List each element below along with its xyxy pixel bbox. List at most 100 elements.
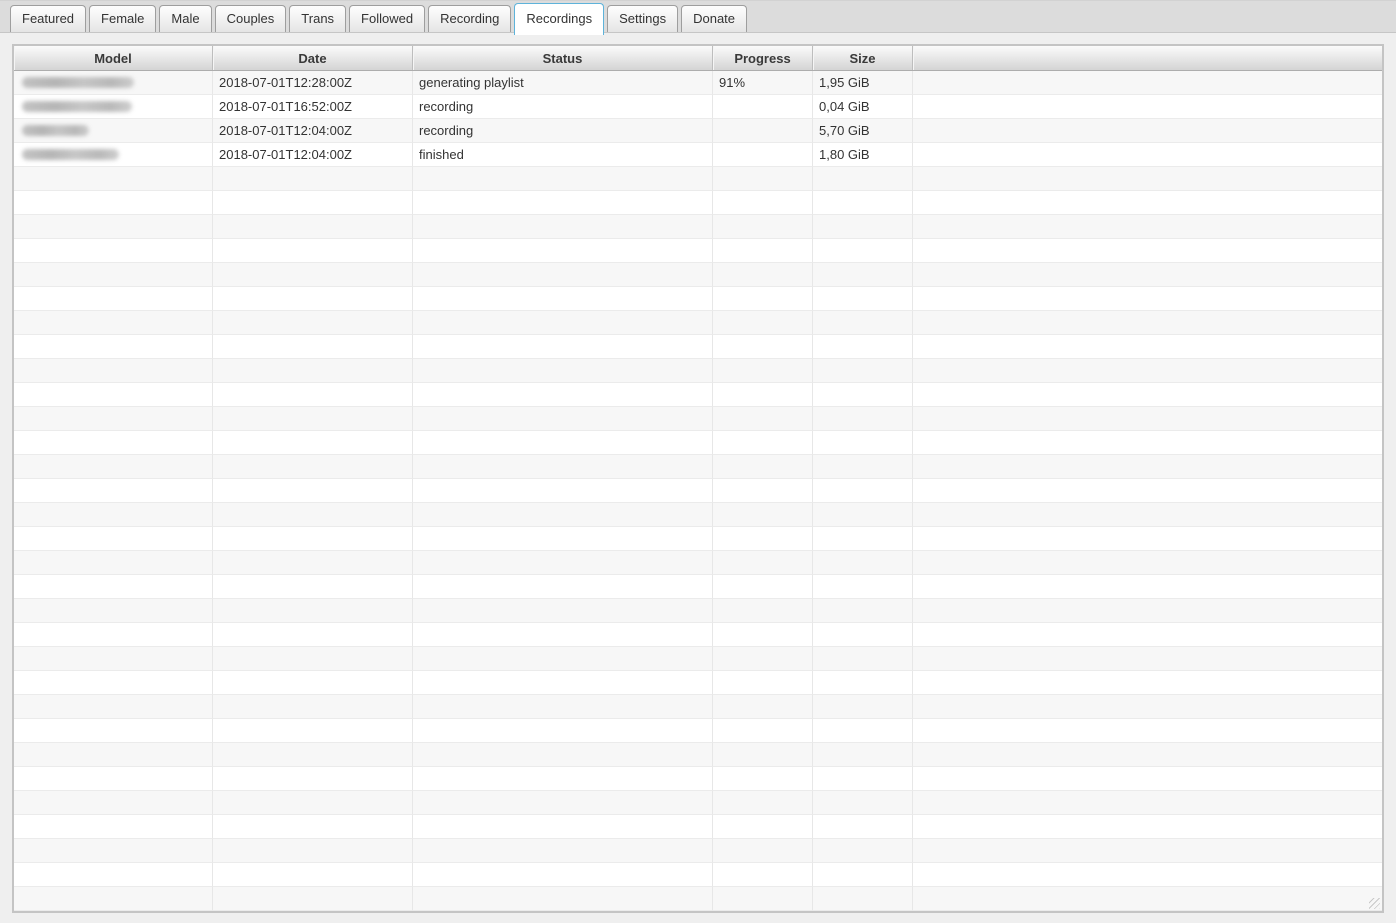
cell-progress: 91% [713, 71, 813, 95]
table-row[interactable]: 2018-07-01T12:04:00Z recording 5,70 GiB [14, 119, 1382, 143]
tab-followed[interactable]: Followed [349, 5, 426, 32]
cell-model [14, 695, 213, 719]
cell-filler [913, 695, 1382, 719]
cell-model [14, 623, 213, 647]
cell-model [14, 815, 213, 839]
cell-status [413, 191, 713, 215]
table-row-empty [14, 503, 1382, 527]
cell-size [813, 479, 913, 503]
cell-progress [713, 815, 813, 839]
resize-grip-icon[interactable] [1369, 898, 1380, 909]
cell-model [14, 743, 213, 767]
cell-size: 0,04 GiB [813, 95, 913, 119]
cell-size: 1,95 GiB [813, 71, 913, 95]
cell-date [213, 455, 413, 479]
table-row-empty [14, 335, 1382, 359]
cell-filler [913, 671, 1382, 695]
cell-filler [913, 383, 1382, 407]
cell-status [413, 359, 713, 383]
cell-progress [713, 263, 813, 287]
cell-progress [713, 503, 813, 527]
cell-filler [913, 167, 1382, 191]
column-header-progress[interactable]: Progress [713, 46, 813, 70]
cell-size [813, 719, 913, 743]
cell-status [413, 791, 713, 815]
cell-date [213, 311, 413, 335]
cell-progress [713, 239, 813, 263]
cell-date [213, 719, 413, 743]
cell-size [813, 887, 913, 911]
cell-filler [913, 551, 1382, 575]
cell-date [213, 551, 413, 575]
tab-recordings[interactable]: Recordings [514, 3, 605, 35]
cell-filler [913, 455, 1382, 479]
tab-recording[interactable]: Recording [428, 5, 512, 32]
cell-status [413, 335, 713, 359]
tab-donate[interactable]: Donate [681, 5, 748, 32]
cell-size [813, 503, 913, 527]
cell-date [213, 839, 413, 863]
cell-date [213, 815, 413, 839]
cell-status [413, 287, 713, 311]
column-header-date[interactable]: Date [213, 46, 413, 70]
tab-trans[interactable]: Trans [289, 5, 347, 32]
cell-date [213, 767, 413, 791]
cell-filler [913, 479, 1382, 503]
tab-male[interactable]: Male [159, 5, 212, 32]
table-row[interactable]: 2018-07-01T16:52:00Z recording 0,04 GiB [14, 95, 1382, 119]
cell-size [813, 695, 913, 719]
tab-settings[interactable]: Settings [607, 5, 679, 32]
cell-status [413, 431, 713, 455]
cell-date [213, 191, 413, 215]
column-header-status[interactable]: Status [413, 46, 713, 70]
tab-female[interactable]: Female [89, 5, 157, 32]
cell-model [14, 215, 213, 239]
cell-model [14, 359, 213, 383]
table-row-empty [14, 407, 1382, 431]
cell-model [14, 311, 213, 335]
cell-filler [913, 287, 1382, 311]
cell-progress [713, 791, 813, 815]
cell-model [14, 647, 213, 671]
cell-date [213, 359, 413, 383]
cell-progress [713, 575, 813, 599]
cell-filler [913, 599, 1382, 623]
cell-filler [913, 503, 1382, 527]
cell-model [14, 167, 213, 191]
cell-date: 2018-07-01T12:04:00Z [213, 119, 413, 143]
cell-progress [713, 767, 813, 791]
cell-progress [713, 143, 813, 167]
cell-status [413, 695, 713, 719]
cell-date [213, 215, 413, 239]
cell-date [213, 287, 413, 311]
cell-model [14, 599, 213, 623]
table-row-empty [14, 863, 1382, 887]
cell-progress [713, 743, 813, 767]
cell-progress [713, 191, 813, 215]
table-row[interactable]: 2018-07-01T12:04:00Z finished 1,80 GiB [14, 143, 1382, 167]
cell-filler [913, 191, 1382, 215]
cell-size [813, 767, 913, 791]
table-row-empty [14, 311, 1382, 335]
cell-model [14, 503, 213, 527]
column-header-model[interactable]: Model [14, 46, 213, 70]
cell-progress [713, 527, 813, 551]
cell-filler [913, 767, 1382, 791]
cell-model [14, 143, 213, 167]
table-row-empty [14, 743, 1382, 767]
cell-size [813, 815, 913, 839]
table-row[interactable]: 2018-07-01T12:28:00Z generating playlist… [14, 71, 1382, 95]
tab-couples[interactable]: Couples [214, 5, 287, 32]
column-header-size[interactable]: Size [813, 46, 913, 70]
cell-status [413, 815, 713, 839]
cell-status [413, 599, 713, 623]
cell-size [813, 575, 913, 599]
cell-progress [713, 119, 813, 143]
cell-filler [913, 791, 1382, 815]
cell-date [213, 863, 413, 887]
cell-size: 1,80 GiB [813, 143, 913, 167]
cell-progress [713, 551, 813, 575]
cell-size [813, 359, 913, 383]
tab-featured[interactable]: Featured [10, 5, 87, 32]
table-row-empty [14, 215, 1382, 239]
